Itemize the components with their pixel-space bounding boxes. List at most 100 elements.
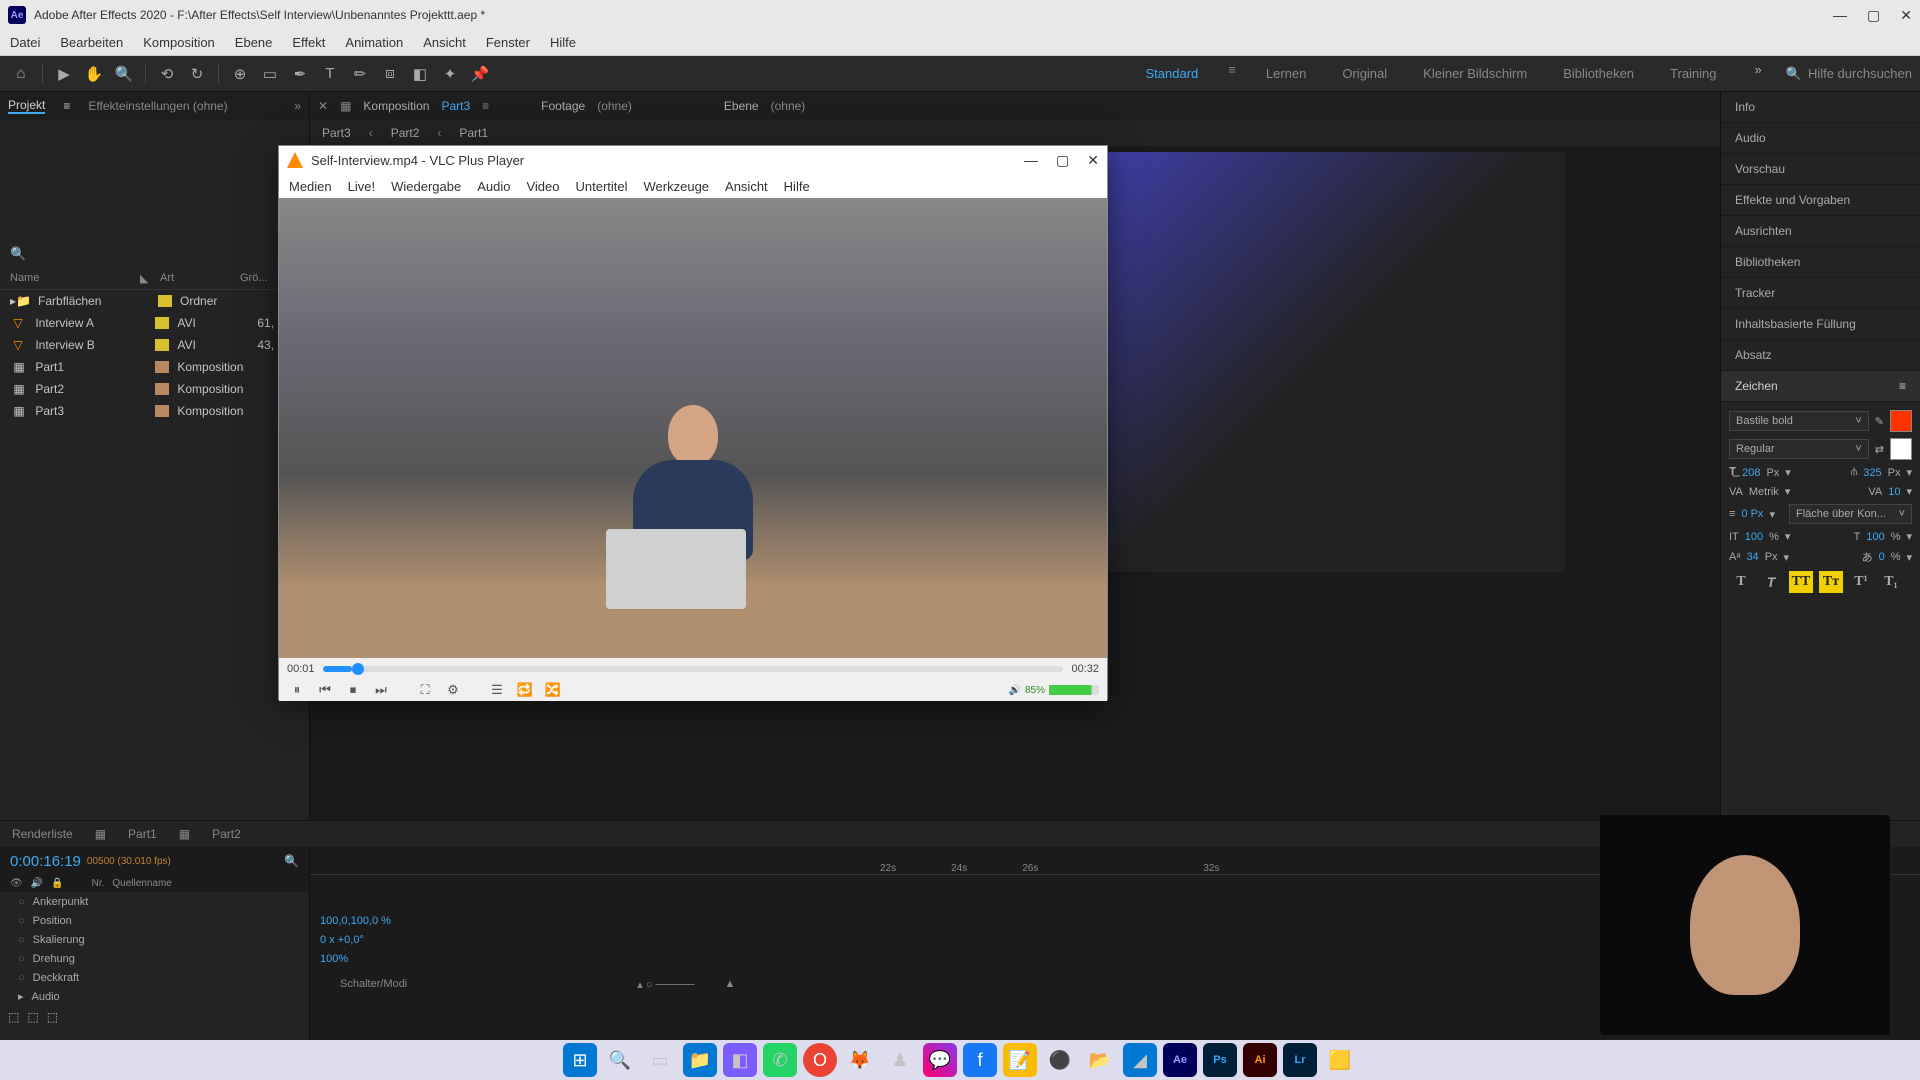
workspace-training[interactable]: Training [1664, 62, 1722, 85]
maximize-icon[interactable]: ▢ [1867, 7, 1880, 24]
panel-vorschau[interactable]: Vorschau [1721, 154, 1920, 185]
lightroom-icon[interactable]: Lr [1283, 1043, 1317, 1077]
after-effects-icon[interactable]: Ae [1163, 1043, 1197, 1077]
rotate-tool-icon[interactable]: ↻ [184, 61, 210, 87]
menu-ansicht[interactable]: Ansicht [423, 35, 466, 50]
menu-ebene[interactable]: Ebene [235, 35, 273, 50]
toggle-icon[interactable]: ⬚ [27, 1010, 38, 1024]
project-item-interview-a[interactable]: ▽Interview AAVI61, [0, 312, 309, 334]
vlc-video-area[interactable] [279, 198, 1107, 658]
stamp-tool-icon[interactable]: ⧈ [377, 61, 403, 87]
workspace-original[interactable]: Original [1336, 62, 1393, 85]
timecode[interactable]: 0:00:16:1900500 (30.010 fps) 🔍 [0, 847, 309, 875]
swap-icon[interactable]: ⇄ [1875, 443, 1884, 456]
project-search[interactable]: 🔍 [0, 240, 309, 268]
orbit-tool-icon[interactable]: ⟲ [154, 61, 180, 87]
panel-audio[interactable]: Audio [1721, 123, 1920, 154]
app-icon[interactable]: O [803, 1043, 837, 1077]
superscript-button[interactable]: T¹ [1849, 571, 1873, 593]
menu-bearbeiten[interactable]: Bearbeiten [60, 35, 123, 50]
eraser-tool-icon[interactable]: ◧ [407, 61, 433, 87]
layer-position[interactable]: ○Position [0, 911, 309, 930]
search-timeline-icon[interactable]: 🔍 [284, 854, 299, 868]
panel-collapse-icon[interactable]: » [294, 99, 301, 113]
project-item-part2[interactable]: ▦Part2Komposition [0, 378, 309, 400]
font-select[interactable]: Bastile bold˅ [1729, 411, 1869, 431]
stroke-width[interactable]: 0 Px [1741, 508, 1763, 520]
menu-effekt[interactable]: Effekt [292, 35, 325, 50]
layer-drehung[interactable]: ○Drehung [0, 949, 309, 968]
close-icon[interactable]: ✕ [1900, 7, 1912, 24]
tab-renderliste[interactable]: Renderliste [12, 827, 73, 841]
bc-part3[interactable]: Part3 [322, 126, 351, 140]
selection-tool-icon[interactable]: ▶ [51, 61, 77, 87]
whatsapp-icon[interactable]: ✆ [763, 1043, 797, 1077]
explorer-icon[interactable]: 📁 [683, 1043, 717, 1077]
fill-color[interactable] [1890, 410, 1912, 432]
menu-komposition[interactable]: Komposition [143, 35, 215, 50]
header-art[interactable]: Art [160, 272, 240, 285]
panel-tracker[interactable]: Tracker [1721, 278, 1920, 309]
vlc-seekbar[interactable] [323, 666, 1064, 672]
firefox-icon[interactable]: 🦊 [843, 1043, 877, 1077]
hscale[interactable]: 100 [1866, 531, 1884, 543]
panel-menu-icon[interactable]: ≡ [1899, 379, 1906, 393]
tracking[interactable]: 10 [1888, 486, 1900, 498]
toggle-icon[interactable]: ⬚ [47, 1010, 58, 1024]
vlc-settings-button[interactable]: ⚙ [443, 682, 463, 698]
photoshop-icon[interactable]: Ps [1203, 1043, 1237, 1077]
style-select[interactable]: Regular˅ [1729, 439, 1869, 459]
tab-part1[interactable]: Part1 [128, 827, 157, 841]
project-item-part1[interactable]: ▦Part1Komposition [0, 356, 309, 378]
zoom-tool-icon[interactable]: 🔍 [111, 61, 137, 87]
obs-icon[interactable]: ⚫ [1043, 1043, 1077, 1077]
workspace-lernen[interactable]: Lernen [1260, 62, 1312, 85]
vlc-titlebar[interactable]: Self-Interview.mp4 - VLC Plus Player — ▢… [279, 146, 1107, 174]
project-item-folder[interactable]: ▸📁FarbflächenOrdner [0, 290, 309, 312]
vlc-playlist-button[interactable]: ☰ [487, 682, 507, 698]
vscale[interactable]: 100 [1745, 531, 1763, 543]
vlc-minimize-icon[interactable]: — [1024, 152, 1038, 169]
help-search[interactable]: 🔍 Hilfe durchsuchen [1786, 66, 1912, 82]
panel-inhaltsfuellung[interactable]: Inhaltsbasierte Füllung [1721, 309, 1920, 340]
vlc-pause-button[interactable]: ⏸ [287, 682, 307, 698]
fill-option[interactable]: Fläche über Kon...˅ [1789, 504, 1912, 524]
header-label-icon[interactable]: ◣ [140, 272, 160, 285]
font-size[interactable]: 208 [1742, 467, 1760, 479]
facebook-icon[interactable]: f [963, 1043, 997, 1077]
tab-projekt[interactable]: Projekt [8, 98, 45, 114]
app-icon[interactable]: ◢ [1123, 1043, 1157, 1077]
leading[interactable]: 325 [1863, 467, 1881, 479]
vlc-prev-button[interactable]: ⏮ [315, 682, 335, 698]
vlc-maximize-icon[interactable]: ▢ [1056, 152, 1069, 169]
project-item-part3[interactable]: ▦Part3Komposition [0, 400, 309, 422]
panel-zeichen[interactable]: Zeichen≡ [1721, 371, 1920, 402]
menu-fenster[interactable]: Fenster [486, 35, 530, 50]
text-tool-icon[interactable]: T [317, 61, 343, 87]
illustrator-icon[interactable]: Ai [1243, 1043, 1277, 1077]
roto-tool-icon[interactable]: ✦ [437, 61, 463, 87]
menu-datei[interactable]: Datei [10, 35, 40, 50]
layer-deckkraft[interactable]: ○Deckkraft [0, 968, 309, 987]
project-item-interview-b[interactable]: ▽Interview BAVI43, [0, 334, 309, 356]
taskview-button[interactable]: ▭ [643, 1043, 677, 1077]
subscript-button[interactable]: T₁ [1879, 571, 1903, 593]
vlc-loop-button[interactable]: 🔁 [515, 682, 535, 698]
tab-effekteinstellungen[interactable]: Effekteinstellungen (ohne) [88, 99, 227, 113]
minimize-icon[interactable]: — [1833, 7, 1847, 24]
panel-effekte[interactable]: Effekte und Vorgaben [1721, 185, 1920, 216]
allcaps-button[interactable]: TT [1789, 571, 1813, 593]
vlc-shuffle-button[interactable]: 🔀 [543, 682, 563, 698]
bc-part1[interactable]: Part1 [459, 126, 488, 140]
hand-tool-icon[interactable]: ✋ [81, 61, 107, 87]
brush-tool-icon[interactable]: ✏ [347, 61, 373, 87]
layer-ankerpunkt[interactable]: ○Ankerpunkt [0, 892, 309, 911]
app-icon[interactable]: 🟨 [1323, 1043, 1357, 1077]
kerning[interactable]: Metrik [1749, 486, 1779, 498]
close-tab-icon[interactable]: ✕ [318, 99, 328, 113]
bc-part2[interactable]: Part2 [391, 126, 420, 140]
workspace-standard[interactable]: Standard [1140, 62, 1205, 85]
bold-button[interactable]: T [1729, 571, 1753, 593]
vlc-menu-hilfe[interactable]: Hilfe [784, 179, 810, 194]
stroke-color[interactable] [1890, 438, 1912, 460]
